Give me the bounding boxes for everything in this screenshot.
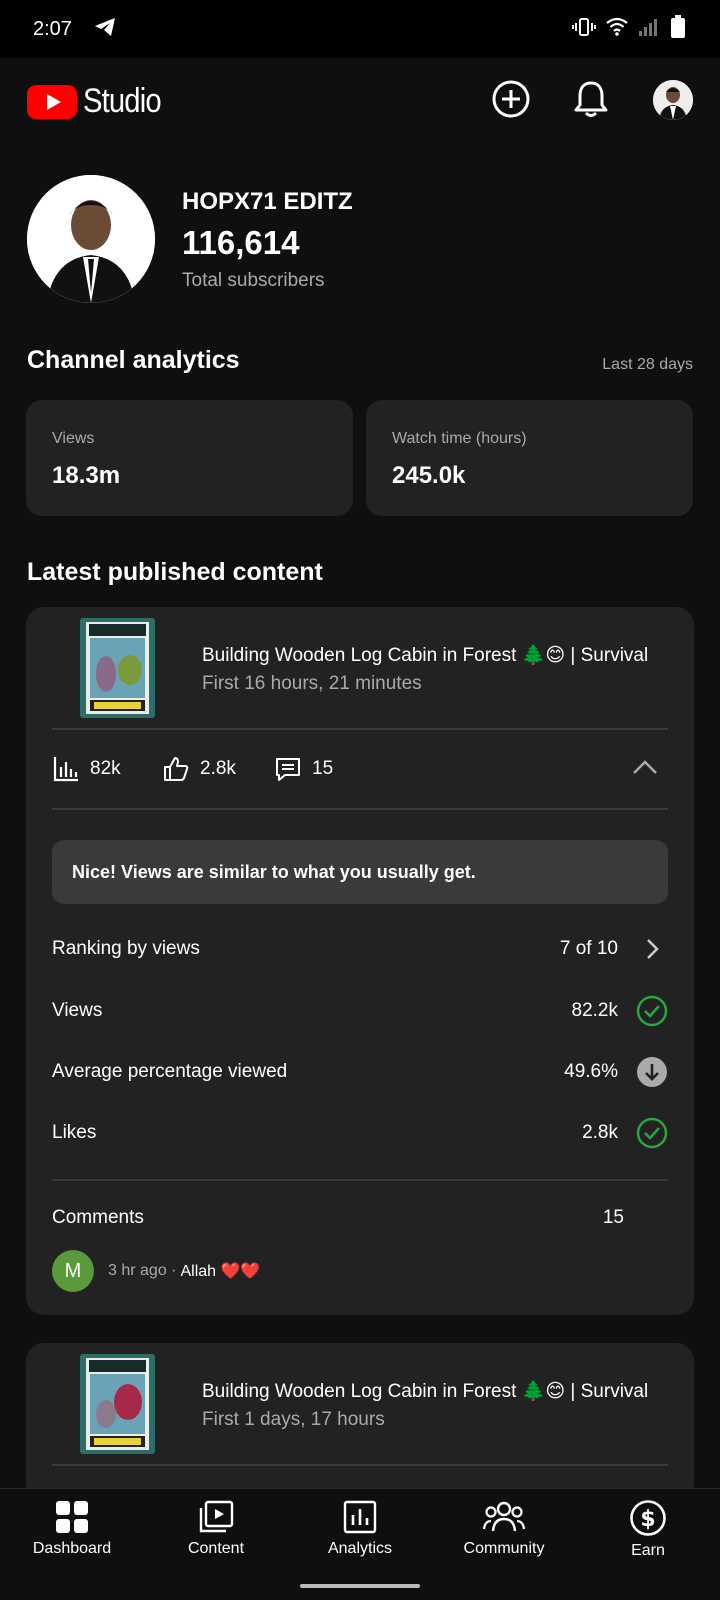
dashboard-icon (56, 1501, 88, 1533)
youtube-logo-icon (27, 84, 77, 119)
stat-value: 245.0k (392, 462, 466, 489)
nav-label: Dashboard (32, 1540, 112, 1557)
arrow-down-circle-icon (636, 1056, 668, 1088)
row-label: Likes (52, 1122, 97, 1143)
commenter-avatar: M (52, 1250, 94, 1292)
stat-label: Views (52, 430, 95, 447)
content-card: Building Wooden Log Cabin in Forest 🌲😊 |… (26, 607, 694, 1315)
bell-icon (574, 81, 608, 117)
nav-dashboard[interactable]: Dashboard (0, 1489, 144, 1570)
telegram-icon (94, 17, 116, 42)
content-icon (199, 1500, 234, 1533)
comments-metric: 15 (274, 755, 333, 783)
bottom-navigation: Dashboard Content Analytics Community $ … (0, 1488, 720, 1570)
row-label: Comments (52, 1207, 144, 1228)
ranking-row[interactable]: Ranking by views 7 of 10 (52, 934, 668, 964)
signal-icon (638, 17, 660, 42)
nav-earn[interactable]: $ Earn (576, 1489, 720, 1570)
app-header: Studio (0, 58, 720, 142)
battery-icon (670, 14, 686, 44)
row-value: 7 of 10 (559, 938, 618, 959)
wifi-icon (606, 17, 628, 42)
row-value: 2.8k (582, 1122, 618, 1143)
create-button[interactable] (490, 78, 532, 120)
nav-community[interactable]: Community (432, 1489, 576, 1570)
collapse-button[interactable] (630, 753, 660, 788)
analytics-icon (343, 1500, 377, 1534)
likes-metric: 2.8k (162, 755, 236, 783)
analytics-range: Last 28 days (602, 356, 693, 373)
subscriber-label: Total subscribers (182, 270, 325, 291)
account-avatar[interactable] (653, 80, 693, 120)
subscriber-count: 116,614 (182, 224, 300, 261)
video-thumbnail[interactable] (80, 1354, 155, 1454)
video-subtitle: First 16 hours, 21 minutes (202, 673, 422, 694)
avg-percentage-row: Average percentage viewed 49.6% (52, 1057, 668, 1087)
stat-value: 18.3m (52, 462, 121, 489)
comments-row[interactable]: Comments 15 (52, 1203, 668, 1233)
video-title[interactable]: Building Wooden Log Cabin in Forest 🌲😊 |… (202, 1379, 672, 1403)
thumbnail-image-icon (80, 618, 155, 718)
thumbs-up-icon (164, 757, 189, 781)
check-circle-icon (636, 1117, 668, 1149)
comment-text: Allah ❤️❤️ (180, 1263, 261, 1280)
row-label: Views (52, 1000, 103, 1021)
channel-avatar[interactable] (27, 175, 155, 303)
nav-content[interactable]: Content (144, 1489, 288, 1570)
youtube-studio-logo[interactable]: Studio (27, 82, 173, 121)
thumbnail-image-icon (80, 1354, 155, 1454)
nav-label: Community (463, 1540, 545, 1557)
vibrate-icon (572, 16, 596, 43)
nav-label: Content (187, 1540, 245, 1557)
logo-text: Studio (83, 82, 162, 120)
check-circle-icon (636, 995, 668, 1027)
chevron-right-icon (636, 933, 668, 965)
divider (52, 1464, 668, 1466)
row-value: 49.6% (564, 1061, 618, 1082)
status-time: 2:07 (33, 17, 72, 40)
notifications-button[interactable] (570, 78, 612, 120)
profile-photo-icon (27, 175, 155, 303)
row-label: Average percentage viewed (52, 1061, 288, 1082)
gesture-area (0, 1570, 720, 1600)
comment-icon (276, 758, 300, 781)
row-label: Ranking by views (52, 938, 200, 959)
stat-label: Watch time (hours) (392, 430, 527, 447)
bar-chart-icon (53, 757, 78, 782)
views-stat-card[interactable]: Views 18.3m (26, 400, 353, 516)
home-gesture-bar[interactable] (300, 1584, 420, 1588)
chevron-up-icon (633, 760, 657, 774)
watch-time-stat-card[interactable]: Watch time (hours) 245.0k (366, 400, 693, 516)
nav-label: Earn (631, 1542, 665, 1559)
video-title[interactable]: Building Wooden Log Cabin in Forest 🌲😊 |… (202, 643, 672, 667)
svg-text:$: $ (640, 1507, 655, 1532)
latest-comment[interactable]: M 3 hr ago · Allah ❤️❤️ (52, 1250, 260, 1292)
latest-content-title: Latest published content (27, 558, 323, 586)
comment-meta: 3 hr ago · (108, 1262, 177, 1279)
row-value: 82.2k (571, 1000, 618, 1021)
row-value: 15 (602, 1207, 624, 1228)
views-row: Views 82.2k (52, 995, 668, 1027)
profile-photo-icon (653, 80, 693, 120)
nav-analytics[interactable]: Analytics (288, 1489, 432, 1570)
comments-count: 15 (312, 758, 334, 779)
channel-name: HOPX71 EDITZ (182, 188, 353, 215)
channel-analytics-title: Channel analytics (27, 346, 240, 374)
video-subtitle: First 1 days, 17 hours (202, 1409, 385, 1430)
likes-count: 2.8k (200, 758, 236, 779)
divider (52, 808, 668, 810)
performance-insight: Nice! Views are similar to what you usua… (52, 840, 668, 904)
content-card: Building Wooden Log Cabin in Forest 🌲😊 |… (26, 1343, 694, 1503)
community-icon (483, 1501, 525, 1532)
divider (52, 1179, 668, 1181)
dollar-circle-icon: $ (630, 1500, 666, 1536)
video-thumbnail[interactable] (80, 618, 155, 718)
divider (52, 728, 668, 730)
plus-circle-icon (492, 80, 530, 118)
status-bar: 2:07 (0, 0, 720, 58)
nav-label: Analytics (327, 1540, 393, 1557)
views-count: 82k (90, 758, 121, 779)
likes-row: Likes 2.8k (52, 1117, 668, 1149)
views-metric: 82k (52, 755, 121, 783)
